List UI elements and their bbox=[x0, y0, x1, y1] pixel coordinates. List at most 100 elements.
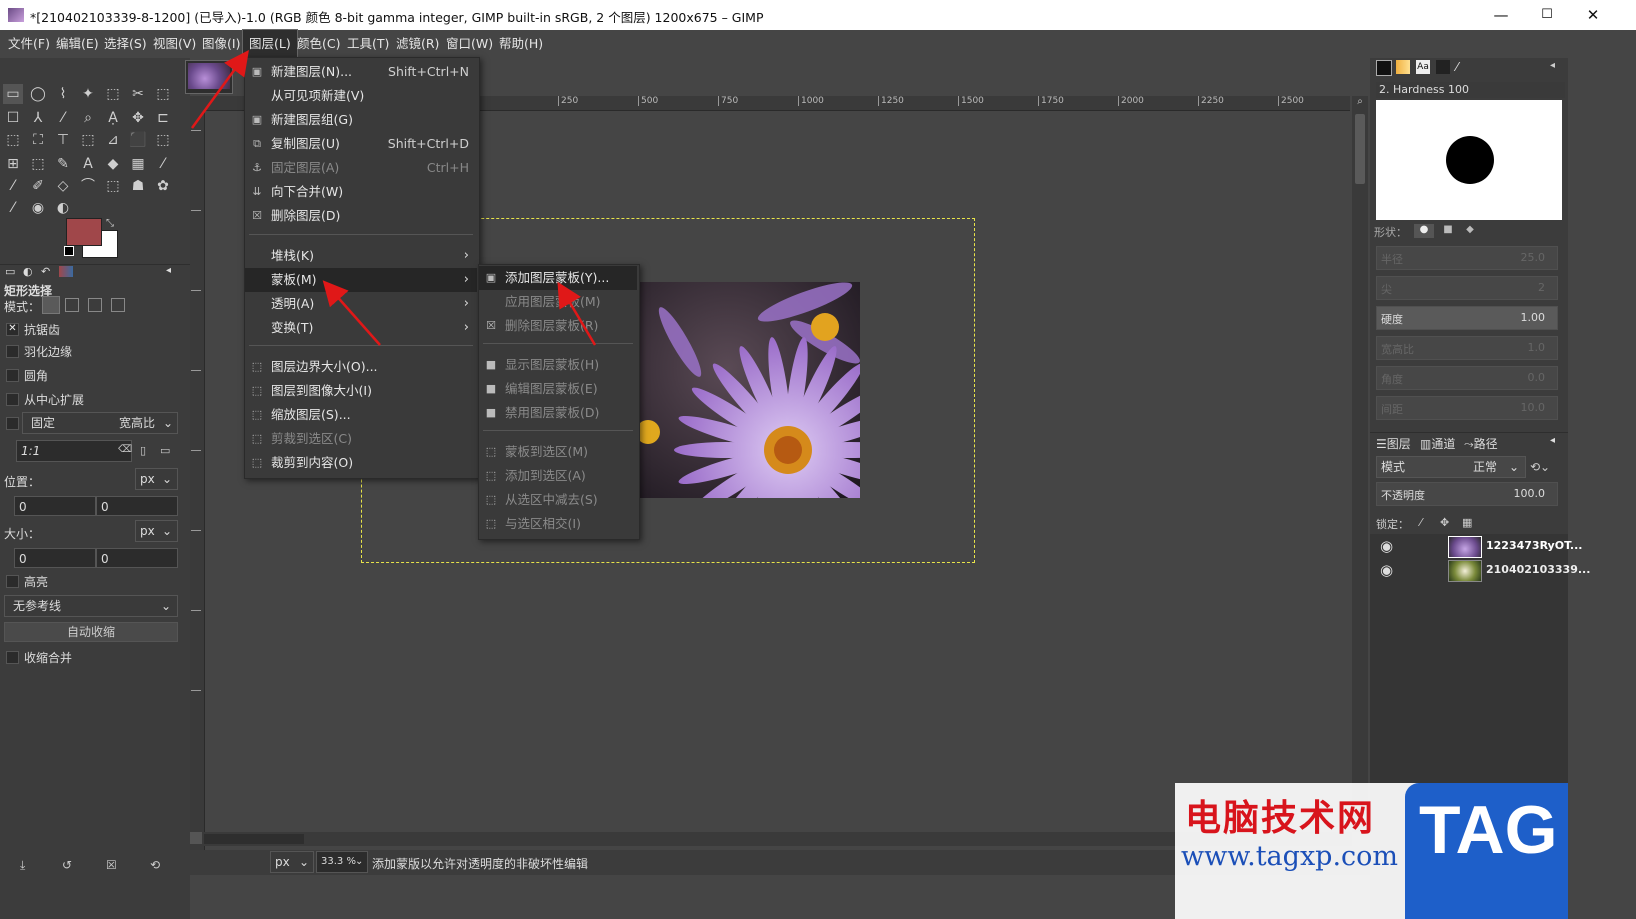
tool-icon[interactable]: ✐ bbox=[28, 176, 48, 196]
mask-menu-item[interactable]: ⬚ 添加到选区(A) bbox=[479, 464, 637, 488]
mask-menu-item[interactable]: ⬚ 蒙板到选区(M) bbox=[479, 440, 637, 464]
menu-image[interactable]: 图像(I) bbox=[196, 30, 246, 58]
mask-menu-item[interactable]: ⬚ 从选区中减去(S) bbox=[479, 488, 637, 512]
eye-icon[interactable]: ◉ bbox=[1380, 537, 1393, 555]
images-tab-icon[interactable] bbox=[59, 266, 73, 277]
tab-layers[interactable]: ☰图层 bbox=[1376, 435, 1411, 452]
fixed-checkbox[interactable] bbox=[6, 417, 19, 430]
vertical-scroll-thumb[interactable] bbox=[1355, 114, 1365, 184]
menu-filters[interactable]: 滤镜(R) bbox=[390, 30, 445, 58]
tool-icon[interactable]: ◯ bbox=[28, 84, 48, 104]
layer-opacity-slider[interactable]: 不透明度 100.0 bbox=[1376, 482, 1558, 506]
size-h-input[interactable]: 0 bbox=[96, 548, 178, 568]
rounded-checkbox[interactable] bbox=[6, 369, 19, 382]
tool-icon[interactable]: ⬚ bbox=[3, 130, 23, 150]
layer-row[interactable]: ◉ 1223473RyOT... bbox=[1370, 534, 1582, 558]
tool-icon[interactable]: ◐ bbox=[53, 198, 73, 218]
tool-icon[interactable]: ⌇ bbox=[53, 84, 73, 104]
layer-menu-item[interactable]: 从可见项新建(V) bbox=[245, 84, 477, 108]
mask-menu-item[interactable]: 应用图层蒙板(M) bbox=[479, 290, 637, 314]
vertical-scrollbar[interactable] bbox=[1352, 110, 1368, 832]
paintbrush-icon[interactable]: ⁄ bbox=[1456, 60, 1458, 74]
mask-menu-item[interactable]: ■ 禁用图层蒙板(D) bbox=[479, 401, 637, 425]
tool-icon[interactable]: ⁄ bbox=[153, 154, 173, 174]
document-history-tab-icon[interactable] bbox=[1436, 60, 1450, 74]
reset-options-icon[interactable]: ⟲ bbox=[150, 858, 160, 872]
tool-icon[interactable]: ▭ bbox=[3, 84, 23, 104]
menu-layer[interactable]: 图层(L) bbox=[242, 29, 298, 59]
tool-icon[interactable]: ◆ bbox=[103, 154, 123, 174]
delete-options-icon[interactable]: ☒ bbox=[106, 858, 117, 872]
mode-intersect-button[interactable] bbox=[111, 298, 125, 312]
tab-paths[interactable]: ⤳路径 bbox=[1464, 435, 1498, 452]
mask-menu-item[interactable]: ▣ 添加图层蒙板(Y)... bbox=[479, 266, 637, 290]
tool-icon[interactable]: ◇ bbox=[53, 176, 73, 196]
hardness-slider[interactable]: 硬度 1.00 bbox=[1376, 306, 1558, 330]
brush-option-slider[interactable]: 角度 0.0 bbox=[1376, 366, 1558, 390]
navigate-icon[interactable] bbox=[190, 832, 202, 844]
unit-select[interactable]: px ⌄ bbox=[270, 851, 314, 873]
menu-select[interactable]: 选择(S) bbox=[98, 30, 153, 58]
layer-menu-item[interactable]: ⬚ 缩放图层(S)... bbox=[245, 403, 477, 427]
brush-preview[interactable] bbox=[1376, 100, 1562, 220]
tool-icon[interactable]: ☗ bbox=[128, 176, 148, 196]
highlight-checkbox[interactable] bbox=[6, 575, 19, 588]
brush-option-slider[interactable]: 半径 25.0 bbox=[1376, 246, 1558, 270]
panel-menu-icon[interactable]: ◂ bbox=[1550, 435, 1555, 446]
tool-icon[interactable]: ☐ bbox=[3, 108, 23, 128]
brushes-tab-icon[interactable] bbox=[1376, 60, 1392, 76]
antialias-checkbox[interactable]: ✕ bbox=[6, 323, 19, 336]
layer-menu-item[interactable]: ▣ 新建图层(N)... Shift+Ctrl+N bbox=[245, 60, 477, 84]
tool-icon[interactable]: Ạ bbox=[103, 108, 123, 128]
brush-option-slider[interactable]: 宽高比 1.0 bbox=[1376, 336, 1558, 360]
ratio-input[interactable]: 1:1 bbox=[16, 440, 132, 462]
shape-diamond-button[interactable]: ◆ bbox=[1460, 224, 1480, 238]
position-y-input[interactable]: 0 bbox=[96, 496, 178, 516]
vertical-ruler[interactable] bbox=[190, 110, 205, 850]
size-unit-select[interactable]: px ⌄ bbox=[135, 520, 178, 542]
landscape-icon[interactable]: ▭ bbox=[160, 444, 170, 457]
tool-icon[interactable]: ⬚ bbox=[28, 154, 48, 174]
size-w-input[interactable]: 0 bbox=[14, 548, 96, 568]
default-colors-icon[interactable] bbox=[64, 246, 74, 256]
menu-tools[interactable]: 工具(T) bbox=[341, 30, 395, 58]
clear-icon[interactable]: ⌫ bbox=[118, 444, 132, 455]
zoom-fit-icon[interactable]: ⌕ bbox=[1352, 96, 1368, 110]
layer-menu-item[interactable]: ⬚ 图层到图像大小(I) bbox=[245, 379, 477, 403]
tool-icon[interactable]: ▦ bbox=[128, 154, 148, 174]
tool-icon[interactable]: ⬚ bbox=[103, 176, 123, 196]
foreground-color-swatch[interactable] bbox=[66, 218, 102, 246]
tool-icon[interactable]: ✦ bbox=[78, 84, 98, 104]
maximize-button[interactable]: ☐ bbox=[1524, 0, 1570, 30]
layer-menu-item[interactable]: ⬚ 剪裁到选区(C) bbox=[245, 427, 477, 451]
brush-option-slider[interactable]: 尖2 bbox=[1376, 276, 1558, 300]
mode-subtract-button[interactable] bbox=[88, 298, 102, 312]
shape-circle-button[interactable]: ● bbox=[1414, 224, 1434, 238]
mask-menu-item[interactable]: ■ 显示图层蒙板(H) bbox=[479, 353, 637, 377]
tool-icon[interactable]: ✿ bbox=[153, 176, 173, 196]
layer-menu-item[interactable]: 变换(T) › bbox=[245, 316, 477, 340]
swap-colors-icon[interactable]: ⤡ bbox=[106, 218, 114, 229]
tool-icon[interactable]: ⌕ bbox=[78, 108, 98, 128]
undo-history-tab-icon[interactable]: ↶ bbox=[41, 265, 50, 278]
lock-pixels-icon[interactable]: ⁄ bbox=[1420, 516, 1422, 529]
portrait-icon[interactable]: ▯ bbox=[140, 444, 146, 457]
tool-icon[interactable]: ⬛ bbox=[128, 130, 148, 150]
minimize-button[interactable]: — bbox=[1478, 0, 1524, 30]
layer-menu-item[interactable]: ⇊ 向下合并(W) bbox=[245, 180, 477, 204]
brush-option-slider[interactable]: 间距 10.0 bbox=[1376, 396, 1558, 420]
tool-icon[interactable]: ⌒ bbox=[78, 176, 98, 196]
tool-icon[interactable]: A bbox=[78, 154, 98, 174]
mask-menu-item[interactable]: ☒ 删除图层蒙板(R) bbox=[479, 314, 637, 338]
menu-view[interactable]: 视图(V) bbox=[147, 30, 202, 58]
tool-icon[interactable]: ✥ bbox=[128, 108, 148, 128]
layer-menu-item[interactable]: ⬚ 图层边界大小(O)... bbox=[245, 355, 477, 379]
layer-mode-select[interactable]: 模式 正常 ⌄ bbox=[1376, 456, 1526, 478]
layer-menu-item[interactable]: ⚓ 固定图层(A) Ctrl+H bbox=[245, 156, 477, 180]
shrink-merged-checkbox[interactable] bbox=[6, 651, 19, 664]
tool-icon[interactable]: ⬚ bbox=[103, 84, 123, 104]
layer-menu-item[interactable]: ⬚ 裁剪到内容(O) bbox=[245, 451, 477, 475]
close-button[interactable]: ✕ bbox=[1570, 0, 1616, 30]
position-unit-select[interactable]: px ⌄ bbox=[135, 468, 178, 490]
mode-replace-button[interactable] bbox=[42, 296, 60, 314]
